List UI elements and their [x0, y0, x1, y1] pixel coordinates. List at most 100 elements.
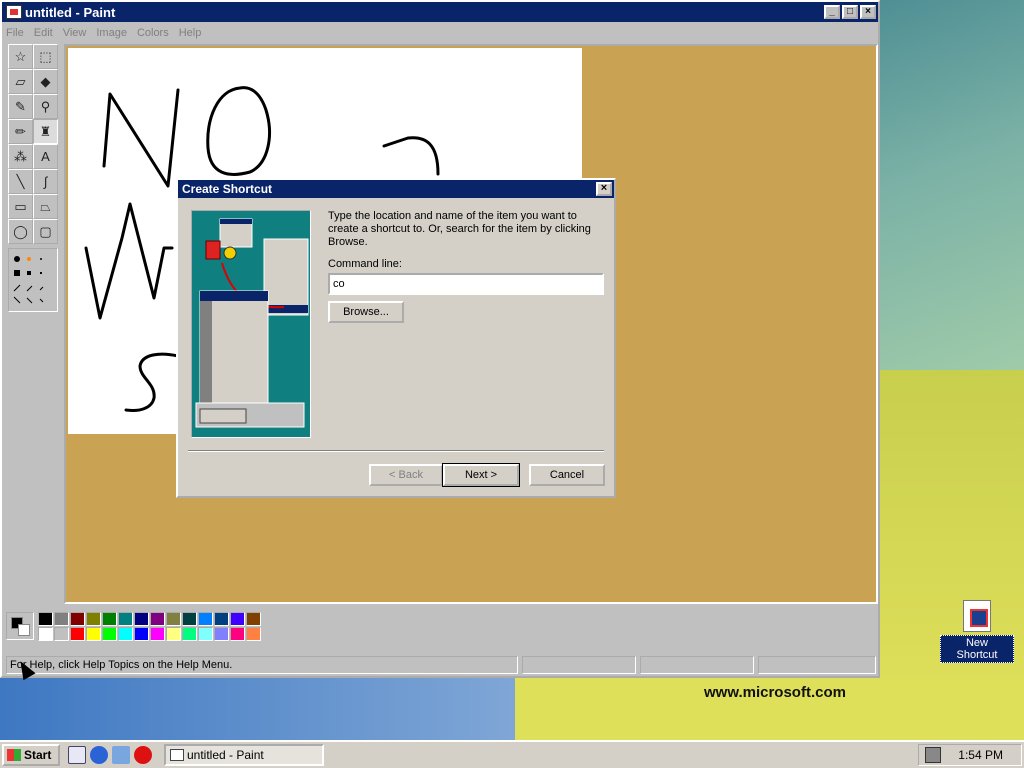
menu-edit[interactable]: Edit: [34, 27, 53, 39]
start-label: Start: [24, 748, 52, 762]
menu-file[interactable]: File: [6, 27, 24, 39]
browse-button[interactable]: Browse...: [328, 301, 404, 323]
status-panel: [640, 656, 754, 674]
toolbox: ☆ ⬚ ▱ ◆ ✎ ⚲ ✏ ♜ ⁂ A ╲ ∫ ▭ ⏢ ◯ ▢: [8, 44, 60, 314]
taskbar-item-label: untitled - Paint: [187, 748, 264, 762]
status-panel: [758, 656, 876, 674]
color-swatch[interactable]: [54, 627, 69, 641]
opera-icon[interactable]: [134, 746, 152, 764]
status-panel: [522, 656, 636, 674]
desktop-icon-label: New Shortcut: [940, 635, 1014, 663]
back-button[interactable]: < Back: [369, 464, 443, 486]
airbrush-icon[interactable]: ⁂: [8, 144, 33, 169]
color-swatch[interactable]: [230, 627, 245, 641]
color-palette: [6, 610, 266, 646]
windows-logo-icon: [7, 749, 21, 761]
color-swatch[interactable]: [214, 627, 229, 641]
show-desktop-icon[interactable]: [68, 746, 86, 764]
color-swatch[interactable]: [182, 627, 197, 641]
background-color: [18, 624, 30, 636]
color-swatch[interactable]: [214, 612, 229, 626]
color-swatch[interactable]: [38, 627, 53, 641]
rounded-rect-icon[interactable]: ▢: [33, 219, 58, 244]
next-button[interactable]: Next >: [442, 463, 520, 487]
menu-view[interactable]: View: [63, 27, 87, 39]
color-swatch[interactable]: [198, 627, 213, 641]
eraser-icon[interactable]: ▱: [8, 69, 33, 94]
curve-icon[interactable]: ∫: [33, 169, 58, 194]
cancel-button[interactable]: Cancel: [529, 464, 605, 486]
paint-app-icon[interactable]: [6, 5, 22, 19]
fill-bucket-icon[interactable]: ◆: [33, 69, 58, 94]
dialog-instructions: Type the location and name of the item y…: [328, 210, 591, 248]
current-colors[interactable]: [6, 612, 34, 640]
taskbar: Start untitled - Paint 1:54 PM: [0, 740, 1024, 768]
outlook-express-icon[interactable]: [112, 746, 130, 764]
color-swatch[interactable]: [54, 612, 69, 626]
create-shortcut-dialog: Create Shortcut × Type the location and …: [176, 178, 616, 498]
color-swatch[interactable]: [102, 612, 117, 626]
color-swatch[interactable]: [134, 612, 149, 626]
color-swatch[interactable]: [230, 612, 245, 626]
paint-titlebar[interactable]: untitled - Paint _ □ ×: [2, 2, 878, 22]
desktop-icon-new-shortcut[interactable]: New Shortcut: [940, 600, 1014, 663]
internet-explorer-icon[interactable]: [90, 746, 108, 764]
rectangle-icon[interactable]: ▭: [8, 194, 33, 219]
color-swatch[interactable]: [86, 612, 101, 626]
color-swatch[interactable]: [150, 612, 165, 626]
menu-colors[interactable]: Colors: [137, 27, 169, 39]
maximize-button[interactable]: □: [842, 5, 858, 19]
menubar: File Edit View Image Colors Help: [2, 22, 878, 44]
system-tray: 1:54 PM: [918, 744, 1022, 766]
text-tool-icon[interactable]: A: [33, 144, 58, 169]
dialog-separator: [188, 450, 604, 452]
color-swatch[interactable]: [182, 612, 197, 626]
color-swatch[interactable]: [150, 627, 165, 641]
color-swatch[interactable]: [198, 612, 213, 626]
color-swatch[interactable]: [246, 612, 261, 626]
rect-select-icon[interactable]: ⬚: [33, 44, 58, 69]
dialog-close-button[interactable]: ×: [596, 182, 612, 196]
color-swatch[interactable]: [70, 612, 85, 626]
color-swatch[interactable]: [118, 627, 133, 641]
status-text: For Help, click Help Topics on the Help …: [6, 656, 518, 674]
brush-shapes-icon: [13, 256, 44, 304]
menu-help[interactable]: Help: [179, 27, 202, 39]
pencil-icon[interactable]: ✏: [8, 119, 33, 144]
start-button[interactable]: Start: [2, 744, 60, 766]
tray-scheduler-icon[interactable]: [925, 747, 941, 763]
clock[interactable]: 1:54 PM: [958, 748, 1003, 762]
brush-icon[interactable]: ♜: [33, 119, 58, 144]
color-picker-icon[interactable]: ✎: [8, 94, 33, 119]
desktop-watermark: www.microsoft.com: [704, 684, 846, 701]
minimize-button[interactable]: _: [824, 5, 840, 19]
taskbar-item-paint[interactable]: untitled - Paint: [164, 744, 324, 766]
desktop-wallpaper-panel: [880, 0, 1024, 370]
command-line-input[interactable]: co: [328, 273, 604, 295]
color-swatch[interactable]: [166, 627, 181, 641]
ellipse-icon[interactable]: ◯: [8, 219, 33, 244]
command-line-label: Command line:: [328, 258, 402, 270]
line-icon[interactable]: ╲: [8, 169, 33, 194]
window-title: untitled - Paint: [25, 4, 116, 20]
shortcut-icon: [963, 600, 991, 632]
dialog-title: Create Shortcut: [182, 182, 273, 196]
free-select-icon[interactable]: ☆: [8, 44, 33, 69]
wizard-illustration: [191, 210, 311, 438]
magnifier-icon[interactable]: ⚲: [33, 94, 58, 119]
color-swatch[interactable]: [102, 627, 117, 641]
color-swatch[interactable]: [166, 612, 181, 626]
swatch-grid: [38, 612, 261, 641]
close-button[interactable]: ×: [860, 5, 876, 19]
color-swatch[interactable]: [134, 627, 149, 641]
polygon-icon[interactable]: ⏢: [33, 194, 58, 219]
menu-image[interactable]: Image: [96, 27, 127, 39]
color-swatch[interactable]: [246, 627, 261, 641]
brush-options[interactable]: [8, 248, 58, 312]
dialog-titlebar[interactable]: Create Shortcut ×: [178, 180, 614, 198]
color-swatch[interactable]: [38, 612, 53, 626]
color-swatch[interactable]: [118, 612, 133, 626]
color-swatch[interactable]: [86, 627, 101, 641]
color-swatch[interactable]: [70, 627, 85, 641]
paint-app-icon: [170, 749, 184, 761]
